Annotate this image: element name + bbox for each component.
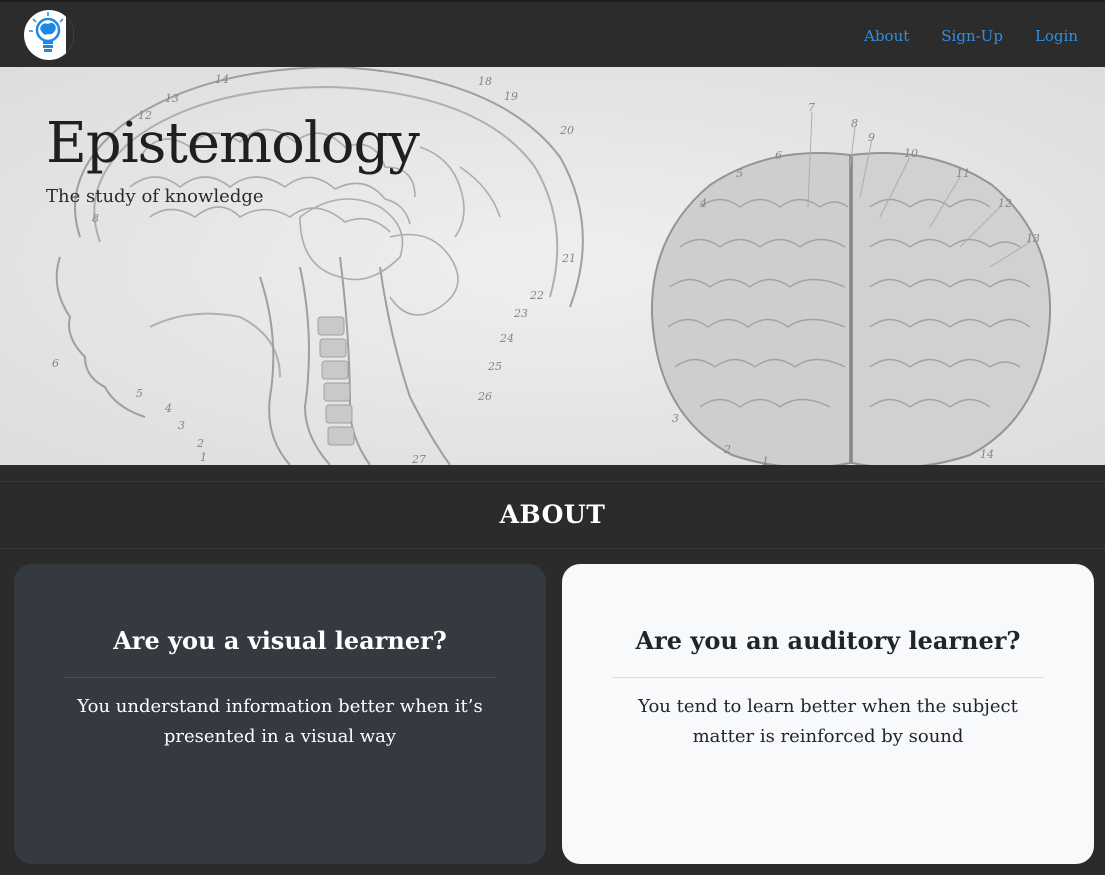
- card-title: Are you an auditory learner?: [635, 626, 1021, 655]
- card-text: You tend to learn better when the subjec…: [638, 696, 1018, 747]
- nav-link-signup[interactable]: Sign-Up: [941, 27, 1003, 45]
- card-divider: [64, 677, 496, 678]
- card-title: Are you a visual learner?: [113, 626, 447, 655]
- navbar: About Sign-Up Login: [0, 0, 1105, 67]
- card-divider: [612, 677, 1044, 678]
- visual-learner-card[interactable]: Are you a visual learner? You understand…: [14, 564, 546, 864]
- hero-title: Epistemology: [46, 111, 420, 176]
- nav-link-login[interactable]: Login: [1035, 27, 1078, 45]
- hero-banner: 14 13 12 18 19 20 21 22 23 24 25 26 27 8 6 543 21: [0, 67, 1105, 465]
- hero-subtitle: The study of knowledge: [46, 186, 264, 207]
- brain-lightbulb-icon[interactable]: [24, 10, 74, 60]
- about-heading: ABOUT: [499, 500, 606, 529]
- about-section-header: ABOUT: [0, 481, 1105, 549]
- auditory-learner-card[interactable]: Are you an auditory learner? You tend to…: [562, 564, 1094, 864]
- nav-links: About Sign-Up Login: [864, 2, 1078, 69]
- nav-link-about[interactable]: About: [864, 27, 909, 45]
- card-text: You understand information better when i…: [77, 696, 483, 747]
